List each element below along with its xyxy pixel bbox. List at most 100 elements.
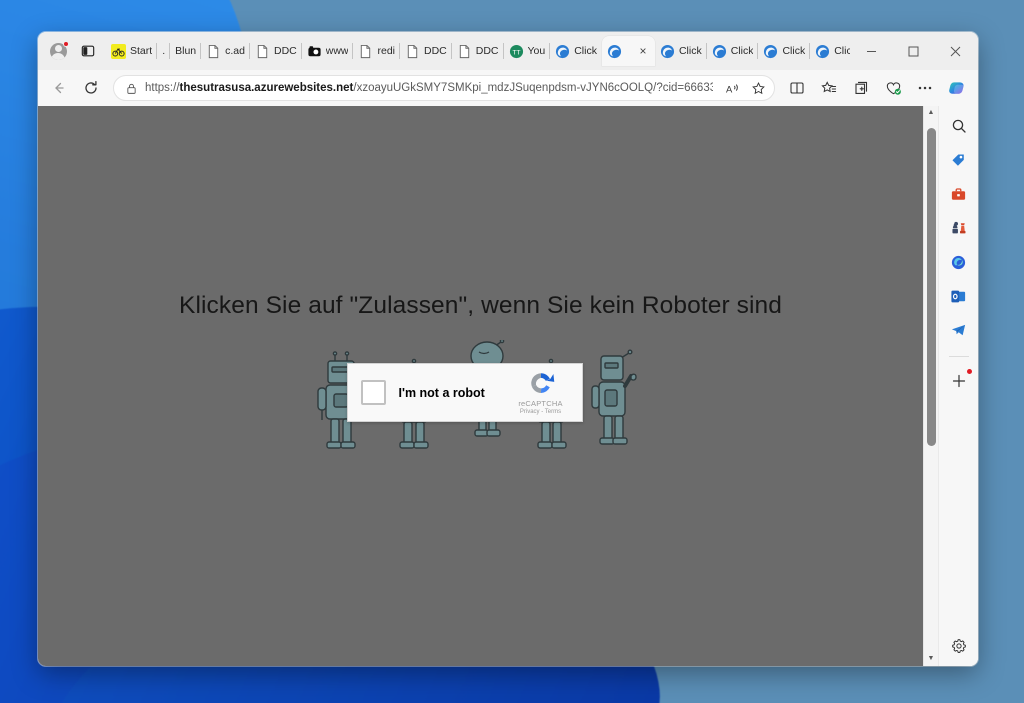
copilot-icon bbox=[948, 81, 964, 94]
collections-button[interactable] bbox=[846, 74, 876, 102]
profile-notification-dot bbox=[63, 41, 69, 47]
more-options-icon bbox=[918, 86, 932, 90]
tab-label: DDC bbox=[424, 45, 447, 57]
sidebar-item-outlook[interactable] bbox=[945, 284, 973, 308]
plus-icon bbox=[952, 374, 965, 388]
star-icon bbox=[751, 81, 765, 94]
games-icon bbox=[952, 221, 966, 233]
tab-active[interactable]: × bbox=[601, 36, 655, 66]
sidebar-add-notification-dot bbox=[966, 369, 972, 374]
settings-and-more-button[interactable] bbox=[910, 74, 940, 102]
svg-text:A: A bbox=[725, 84, 732, 94]
edge-sidebar bbox=[938, 106, 978, 666]
maximize-icon bbox=[908, 46, 918, 56]
sidebar-item-games[interactable] bbox=[945, 216, 973, 240]
sidebar-divider bbox=[948, 356, 969, 357]
back-button[interactable] bbox=[44, 74, 74, 102]
scroll-down-arrow[interactable]: ▼ bbox=[928, 652, 935, 666]
sidebar-add-button[interactable] bbox=[945, 369, 973, 393]
tab-label: Click bbox=[782, 45, 806, 57]
tab-start[interactable]: Start bbox=[106, 36, 157, 66]
tab-ddc-3[interactable]: DDC bbox=[450, 36, 504, 66]
tab-ddc-1[interactable]: DDC bbox=[248, 36, 302, 66]
tab-cad[interactable]: c.ad bbox=[200, 36, 250, 66]
sidebar-item-shopping[interactable] bbox=[945, 148, 973, 172]
edge-icon bbox=[816, 44, 830, 58]
page-scrollbar[interactable]: ▲ ▼ bbox=[923, 106, 938, 666]
recaptcha-legal-links[interactable]: Privacy - Terms bbox=[520, 409, 561, 415]
page-icon bbox=[208, 44, 219, 58]
tab-actions-menu-button[interactable] bbox=[74, 38, 102, 64]
address-bar[interactable]: https://thesutrasusa.azurewebsites.net/x… bbox=[113, 75, 775, 101]
split-screen-button[interactable] bbox=[782, 74, 812, 102]
web-page: Klicken Sie auf "Zulassen", wenn Sie kei… bbox=[38, 106, 923, 666]
copilot-button[interactable] bbox=[942, 74, 972, 102]
favorites-button[interactable] bbox=[814, 74, 844, 102]
url-text: https://thesutrasusa.azurewebsites.net/x… bbox=[145, 82, 713, 94]
browser-essentials-icon bbox=[886, 81, 901, 95]
page-icon bbox=[361, 44, 371, 58]
sidebar-item-telegram[interactable] bbox=[945, 318, 973, 342]
edge-icon bbox=[660, 44, 675, 58]
close-button[interactable] bbox=[934, 35, 976, 67]
read-aloud-button[interactable]: A bbox=[720, 77, 744, 99]
tab-click-2[interactable]: Click bbox=[655, 36, 707, 66]
read-aloud-icon: A bbox=[725, 84, 738, 94]
tab-blun[interactable]: Blun bbox=[169, 36, 201, 66]
recaptcha-checkbox[interactable] bbox=[360, 380, 386, 405]
scroll-up-arrow[interactable]: ▲ bbox=[928, 106, 935, 120]
minimize-button[interactable] bbox=[850, 35, 892, 67]
recaptcha-logo-icon bbox=[530, 373, 554, 393]
add-favorite-button[interactable] bbox=[746, 77, 770, 99]
tab-label: redi bbox=[377, 45, 395, 57]
content-row: Klicken Sie auf "Zulassen", wenn Sie kei… bbox=[38, 106, 978, 666]
gear-icon bbox=[951, 639, 966, 653]
desktop: Start . Blun c.ad DDC www redi DDC DDC T… bbox=[0, 0, 1024, 703]
tab-label: . bbox=[162, 45, 166, 57]
recaptcha-label: I'm not a robot bbox=[398, 385, 485, 400]
back-arrow-icon bbox=[55, 82, 64, 94]
tab-www[interactable]: www bbox=[300, 36, 354, 66]
tab-label: Click bbox=[678, 45, 702, 57]
tab-label: DDC bbox=[475, 45, 499, 57]
reload-button[interactable] bbox=[76, 74, 106, 102]
sidebar-item-microsoft365[interactable] bbox=[945, 250, 973, 274]
tab-strip: Start . Blun c.ad DDC www redi DDC DDC T… bbox=[38, 32, 978, 70]
microsoft365-icon bbox=[951, 255, 966, 269]
edge-icon bbox=[607, 44, 622, 58]
sidebar-item-search[interactable] bbox=[945, 114, 973, 138]
maximize-button[interactable] bbox=[892, 35, 934, 67]
tab-click-3[interactable]: Click bbox=[705, 36, 759, 66]
browser-essentials-button[interactable] bbox=[878, 74, 908, 102]
tab-label: Blun bbox=[175, 45, 197, 57]
tab-close-button[interactable]: × bbox=[636, 45, 650, 57]
scrollbar-thumb[interactable] bbox=[926, 128, 936, 446]
svg-text:TT: TT bbox=[512, 49, 520, 56]
tab-you[interactable]: TT You bbox=[502, 36, 551, 66]
edge-icon bbox=[556, 44, 570, 58]
split-screen-icon bbox=[790, 82, 804, 94]
tab-label: Click bbox=[574, 45, 597, 57]
tab-click-5[interactable]: Click bbox=[809, 36, 850, 66]
browser-toolbar: https://thesutrasusa.azurewebsites.net/x… bbox=[38, 70, 978, 106]
tab-label: Click bbox=[834, 45, 850, 57]
camera-icon bbox=[308, 45, 321, 56]
tab-label: Start bbox=[130, 45, 153, 57]
close-icon bbox=[950, 46, 960, 56]
tab-ddc-2[interactable]: DDC bbox=[399, 36, 452, 66]
briefcase-icon bbox=[951, 187, 966, 200]
page-icon bbox=[407, 44, 418, 58]
tab-click-4[interactable]: Click bbox=[757, 36, 810, 66]
page-icon bbox=[459, 44, 469, 58]
page-title: Klicken Sie auf "Zulassen", wenn Sie kei… bbox=[179, 292, 782, 319]
tab-click-1[interactable]: Click bbox=[549, 36, 602, 66]
tab-redi[interactable]: redi bbox=[352, 36, 400, 66]
profile-avatar-button[interactable] bbox=[44, 38, 72, 64]
edge-icon bbox=[712, 44, 726, 58]
browser-window: Start . Blun c.ad DDC www redi DDC DDC T… bbox=[38, 32, 978, 666]
green-circle-icon: TT bbox=[509, 44, 523, 58]
scrollbar-track[interactable] bbox=[924, 120, 939, 652]
sidebar-settings-button[interactable] bbox=[945, 634, 973, 658]
sidebar-item-tools[interactable] bbox=[945, 182, 973, 206]
recaptcha-widget[interactable]: I'm not a robot reCAPTCHA Privacy - Term… bbox=[346, 363, 583, 422]
